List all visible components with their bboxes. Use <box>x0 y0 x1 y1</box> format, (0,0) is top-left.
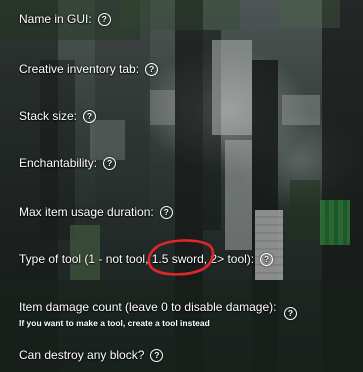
field-name-in-gui: Name in GUI: ? <box>19 12 111 26</box>
help-icon[interactable]: ? <box>260 252 274 266</box>
field-label: Creative inventory tab: <box>19 62 140 76</box>
field-item-damage-count: Item damage count (leave 0 to disable da… <box>19 300 276 314</box>
help-icon[interactable]: ? <box>103 156 117 170</box>
help-icon[interactable]: ? <box>97 12 111 26</box>
field-label: Can destroy any block? <box>19 348 145 362</box>
field-sub-note: If you want to make a tool, create a too… <box>19 318 210 328</box>
field-stack-size: Stack size: ? <box>19 109 97 123</box>
field-type-of-tool: Type of tool (1 - not tool, 1.5 sword, 2… <box>19 252 274 266</box>
field-label: Enchantability: <box>19 156 98 170</box>
background-scene <box>0 0 363 372</box>
field-max-item-usage-duration: Max item usage duration: ? <box>19 205 173 219</box>
help-icon[interactable]: ? <box>159 205 173 219</box>
help-icon[interactable]: ? <box>150 348 164 362</box>
field-label: Stack size: <box>19 109 78 123</box>
field-enchantability: Enchantability: ? <box>19 156 117 170</box>
field-can-destroy-any-block: Can destroy any block? ? <box>19 348 164 362</box>
help-icon[interactable]: ? <box>284 307 297 320</box>
field-creative-inventory-tab: Creative inventory tab: ? <box>19 62 159 76</box>
help-icon[interactable]: ? <box>83 109 97 123</box>
field-label: Name in GUI: <box>19 12 92 26</box>
field-label: Item damage count (leave 0 to disable da… <box>19 300 277 314</box>
help-icon[interactable]: ? <box>145 62 159 76</box>
field-label: Max item usage duration: <box>19 205 154 219</box>
field-label: Type of tool (1 - not tool, 1.5 sword, 2… <box>19 252 255 266</box>
